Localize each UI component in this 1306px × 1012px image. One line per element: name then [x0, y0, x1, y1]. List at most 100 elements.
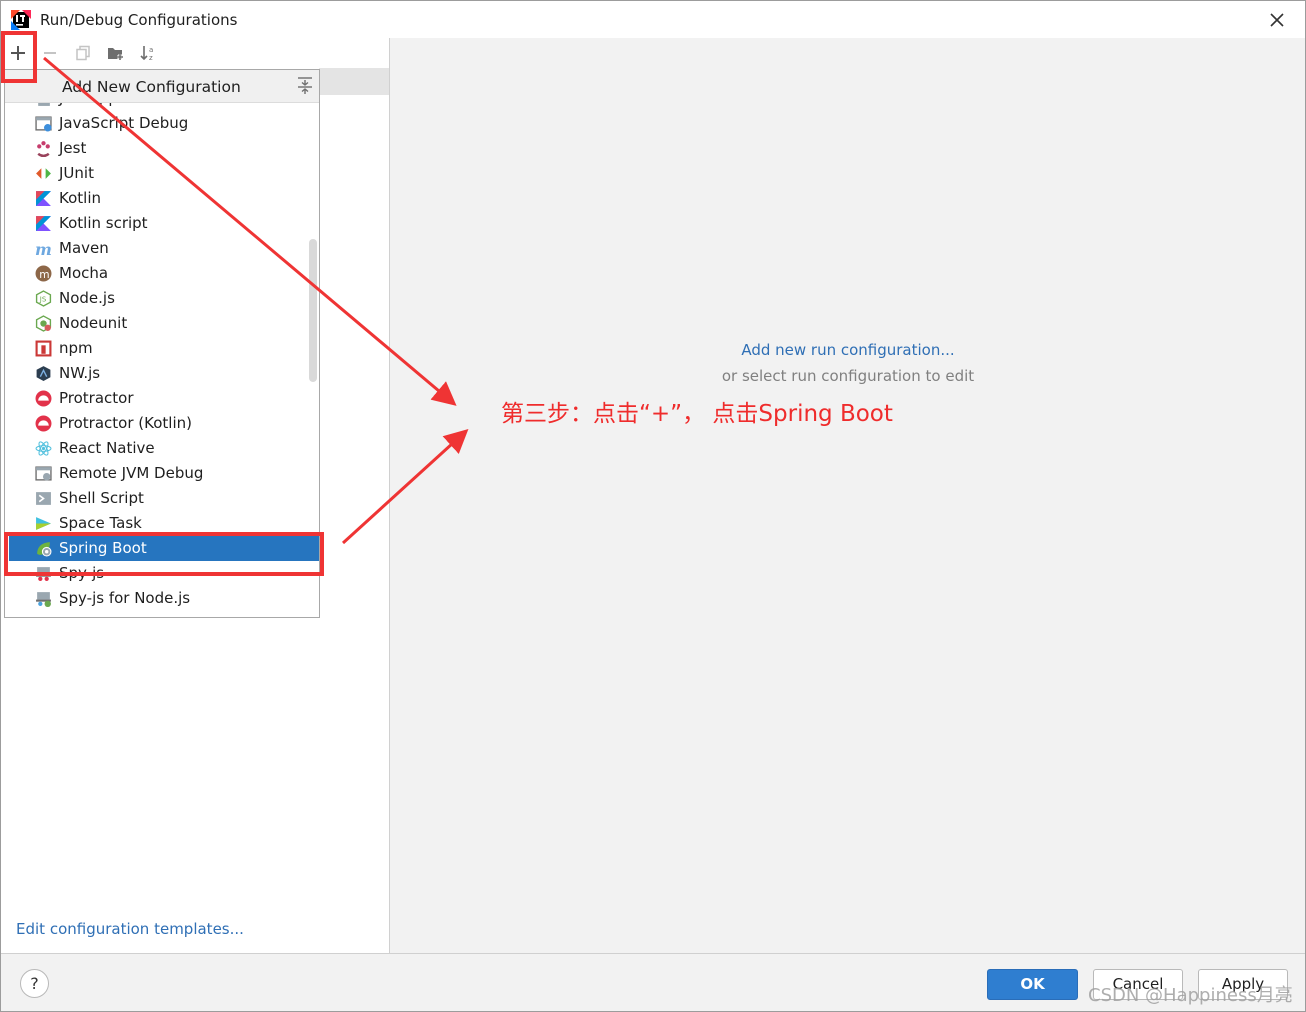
nodeunit-icon: [35, 315, 52, 332]
collapse-icon[interactable]: [297, 76, 313, 96]
list-item[interactable]: Spring Boot: [9, 536, 319, 561]
popup-header: Add New Configuration: [5, 70, 319, 103]
js-debug-icon: [35, 116, 52, 132]
list-item[interactable]: JS Node.js: [5, 286, 319, 311]
copy-icon: [76, 45, 90, 61]
list-item-label: Mocha: [59, 264, 109, 282]
spyjs-node-icon: [36, 592, 51, 607]
svg-text:a: a: [149, 46, 153, 54]
list-scrollbar[interactable]: [309, 239, 317, 382]
new-folder-button[interactable]: [105, 42, 127, 64]
list-item[interactable]: JAR Application: [5, 103, 319, 111]
edit-configuration-templates-link[interactable]: Edit configuration templates...: [16, 920, 244, 938]
watermark: CSDN @Happiness月亮: [1088, 985, 1293, 1006]
annotation-text: 第三步：点击“+”， 点击Spring Boot: [501, 401, 893, 427]
configuration-type-list: JAR Application JavaScript Debug Jest JUnit…: [5, 103, 319, 617]
configuration-details-panel: Add new run configuration... or select r…: [391, 38, 1305, 953]
list-item-label: Protractor (Kotlin): [59, 414, 192, 432]
list-item-label: Spy-js: [59, 564, 105, 582]
react-icon: [35, 441, 52, 456]
list-item-label: JAR Application: [59, 103, 172, 107]
list-item[interactable]: JavaScript Debug: [5, 111, 319, 136]
list-item-label: Spring Boot: [59, 539, 147, 557]
sort-configurations-button[interactable]: az: [137, 42, 159, 64]
jest-icon: [37, 141, 50, 157]
close-icon: [1270, 13, 1284, 27]
list-item-label: npm: [59, 339, 93, 357]
remote-debug-icon: [35, 466, 52, 481]
protractor-kotlin-icon: [35, 415, 52, 432]
list-item-label: JUnit: [59, 164, 94, 182]
list-item[interactable]: Kotlin script: [5, 211, 319, 236]
list-item[interactable]: Space Task: [5, 511, 319, 536]
shell-script-icon: [36, 492, 51, 505]
new-folder-icon: [108, 48, 123, 60]
run-debug-dialog: Run/Debug Configurations az Edit configu…: [0, 0, 1306, 1012]
add-new-run-configuration-link[interactable]: Add new run configuration...: [391, 341, 1305, 359]
svg-text:JS: JS: [39, 296, 46, 304]
list-item[interactable]: Shell Script: [5, 486, 319, 511]
junit-icon: [36, 168, 51, 179]
svg-text:z: z: [149, 54, 153, 62]
spyjs-icon: [36, 567, 51, 581]
list-item-label: JavaScript Debug: [59, 114, 189, 132]
nwjs-icon: [36, 366, 51, 381]
list-item[interactable]: NW.js: [5, 361, 319, 386]
window-title: Run/Debug Configurations: [40, 11, 238, 29]
list-item[interactable]: Protractor: [5, 386, 319, 411]
list-item[interactable]: Kotlin: [5, 186, 319, 211]
nodejs-icon: JS: [35, 290, 52, 307]
spring-boot-icon: [37, 542, 52, 557]
select-hint-text: or select run configuration to edit: [721, 367, 975, 385]
space-task-icon: [36, 517, 51, 530]
copy-configuration-button[interactable]: [72, 42, 94, 64]
list-item-label: Space Task: [59, 514, 142, 532]
jar-icon: [38, 103, 50, 106]
tree-toolbar: az: [1, 38, 389, 68]
list-item-label: Remote JVM Debug: [59, 464, 204, 482]
svg-text:m: m: [39, 268, 49, 281]
list-item-label: Kotlin: [59, 189, 101, 207]
list-item[interactable]: Jest: [5, 136, 319, 161]
list-item[interactable]: Nodeunit: [5, 311, 319, 336]
kotlin-script-icon: [36, 216, 51, 231]
list-item-label: Maven: [59, 239, 109, 257]
title-bar: Run/Debug Configurations: [1, 1, 1305, 38]
list-item[interactable]: React Native: [5, 436, 319, 461]
close-button[interactable]: [1263, 7, 1291, 33]
remove-configuration-button[interactable]: [39, 42, 61, 64]
list-item-label: Node.js: [59, 289, 115, 307]
list-item-label: Jest: [59, 139, 87, 157]
list-item[interactable]: Protractor (Kotlin): [5, 411, 319, 436]
list-item-label: NW.js: [59, 364, 101, 382]
list-item[interactable]: Spy-js for Node.js: [5, 586, 319, 611]
list-item[interactable]: m Maven: [5, 236, 319, 261]
plus-icon: [11, 46, 25, 60]
add-new-configuration-popup: Add New Configuration JAR Application Jav…: [4, 69, 320, 618]
list-item[interactable]: Remote JVM Debug: [5, 461, 319, 486]
sort-icon: az: [140, 46, 153, 62]
ok-button[interactable]: OK: [987, 969, 1078, 1000]
svg-text:m: m: [35, 240, 52, 257]
list-item[interactable]: m Mocha: [5, 261, 319, 286]
list-item-label: Nodeunit: [59, 314, 128, 332]
minus-icon: [44, 52, 56, 54]
protractor-icon: [35, 390, 52, 407]
popup-title: Add New Configuration: [62, 78, 241, 96]
list-item[interactable]: Spy-js: [5, 561, 319, 586]
list-item-label: React Native: [59, 439, 155, 457]
list-item-label: Shell Script: [59, 489, 144, 507]
list-item[interactable]: JUnit: [5, 161, 319, 186]
list-item[interactable]: npm: [5, 336, 319, 361]
intellij-app-icon: [11, 10, 31, 30]
maven-icon: m: [35, 240, 52, 257]
tree-selection-row: [319, 68, 389, 95]
kotlin-icon: [36, 191, 51, 206]
add-configuration-button[interactable]: [7, 42, 29, 64]
list-item-label: Kotlin script: [59, 214, 148, 232]
list-item-label: Protractor: [59, 389, 134, 407]
help-button[interactable]: ?: [20, 969, 49, 998]
npm-icon: [35, 340, 52, 357]
list-item-label: Spy-js for Node.js: [59, 589, 191, 607]
mocha-icon: m: [35, 265, 52, 282]
